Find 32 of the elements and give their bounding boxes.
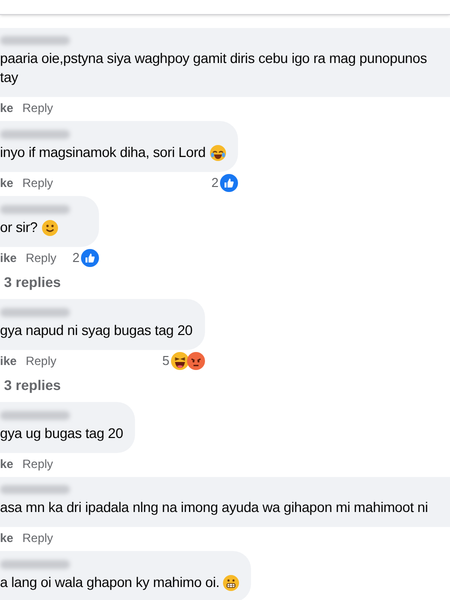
comment-text: tay [0, 68, 18, 87]
blurred-name [0, 205, 70, 214]
like-link[interactable]: ke [0, 99, 14, 117]
reaction-count: 2 [72, 249, 80, 268]
comment-text: gya ug bugas tag 20 [0, 424, 124, 443]
reply-link[interactable]: Reply [22, 529, 54, 547]
reply-link[interactable]: Reply [26, 352, 56, 370]
reply-link[interactable]: Reply [26, 249, 56, 267]
blurred-name [0, 130, 70, 139]
blurred-name [0, 485, 70, 494]
reaction-count: 2 [211, 174, 219, 192]
reply-link[interactable]: Reply [22, 455, 54, 473]
comment-text: gya napud ni syag bugas tag 20 [0, 321, 192, 340]
blurred-name [0, 308, 70, 317]
blurred-name [0, 411, 70, 420]
blurred-name [0, 36, 70, 45]
blurred-name [0, 560, 70, 569]
reply-link[interactable]: Reply [22, 174, 54, 192]
comment-text: asa mn ka dri ipadala nlng na imong ayuda wa gihapon mi mahimoot ni [0, 498, 428, 517]
like-link[interactable]: ke [0, 529, 14, 547]
reply-link[interactable]: Reply [22, 99, 54, 117]
comment-text: paaria oie,pstyna siya waghpoy gamit diris cebu igo ra mag punopunos [0, 49, 427, 68]
comment-text: inyo if magsinamok diha, sori Lord [0, 143, 206, 162]
like-link[interactable]: ike [0, 352, 17, 370]
reaction-count: 5 [162, 352, 170, 370]
comment-text: or sir? [0, 218, 38, 237]
like-link[interactable]: ike [0, 249, 17, 267]
like-link[interactable]: ke [0, 455, 14, 473]
comment-text: a lang oi wala ghapon ky mahimo oi. [0, 573, 220, 592]
view-replies-link[interactable]: 3 replies [0, 374, 61, 396]
like-link[interactable]: ke [0, 174, 14, 192]
view-replies-link[interactable]: 3 replies [0, 271, 61, 293]
